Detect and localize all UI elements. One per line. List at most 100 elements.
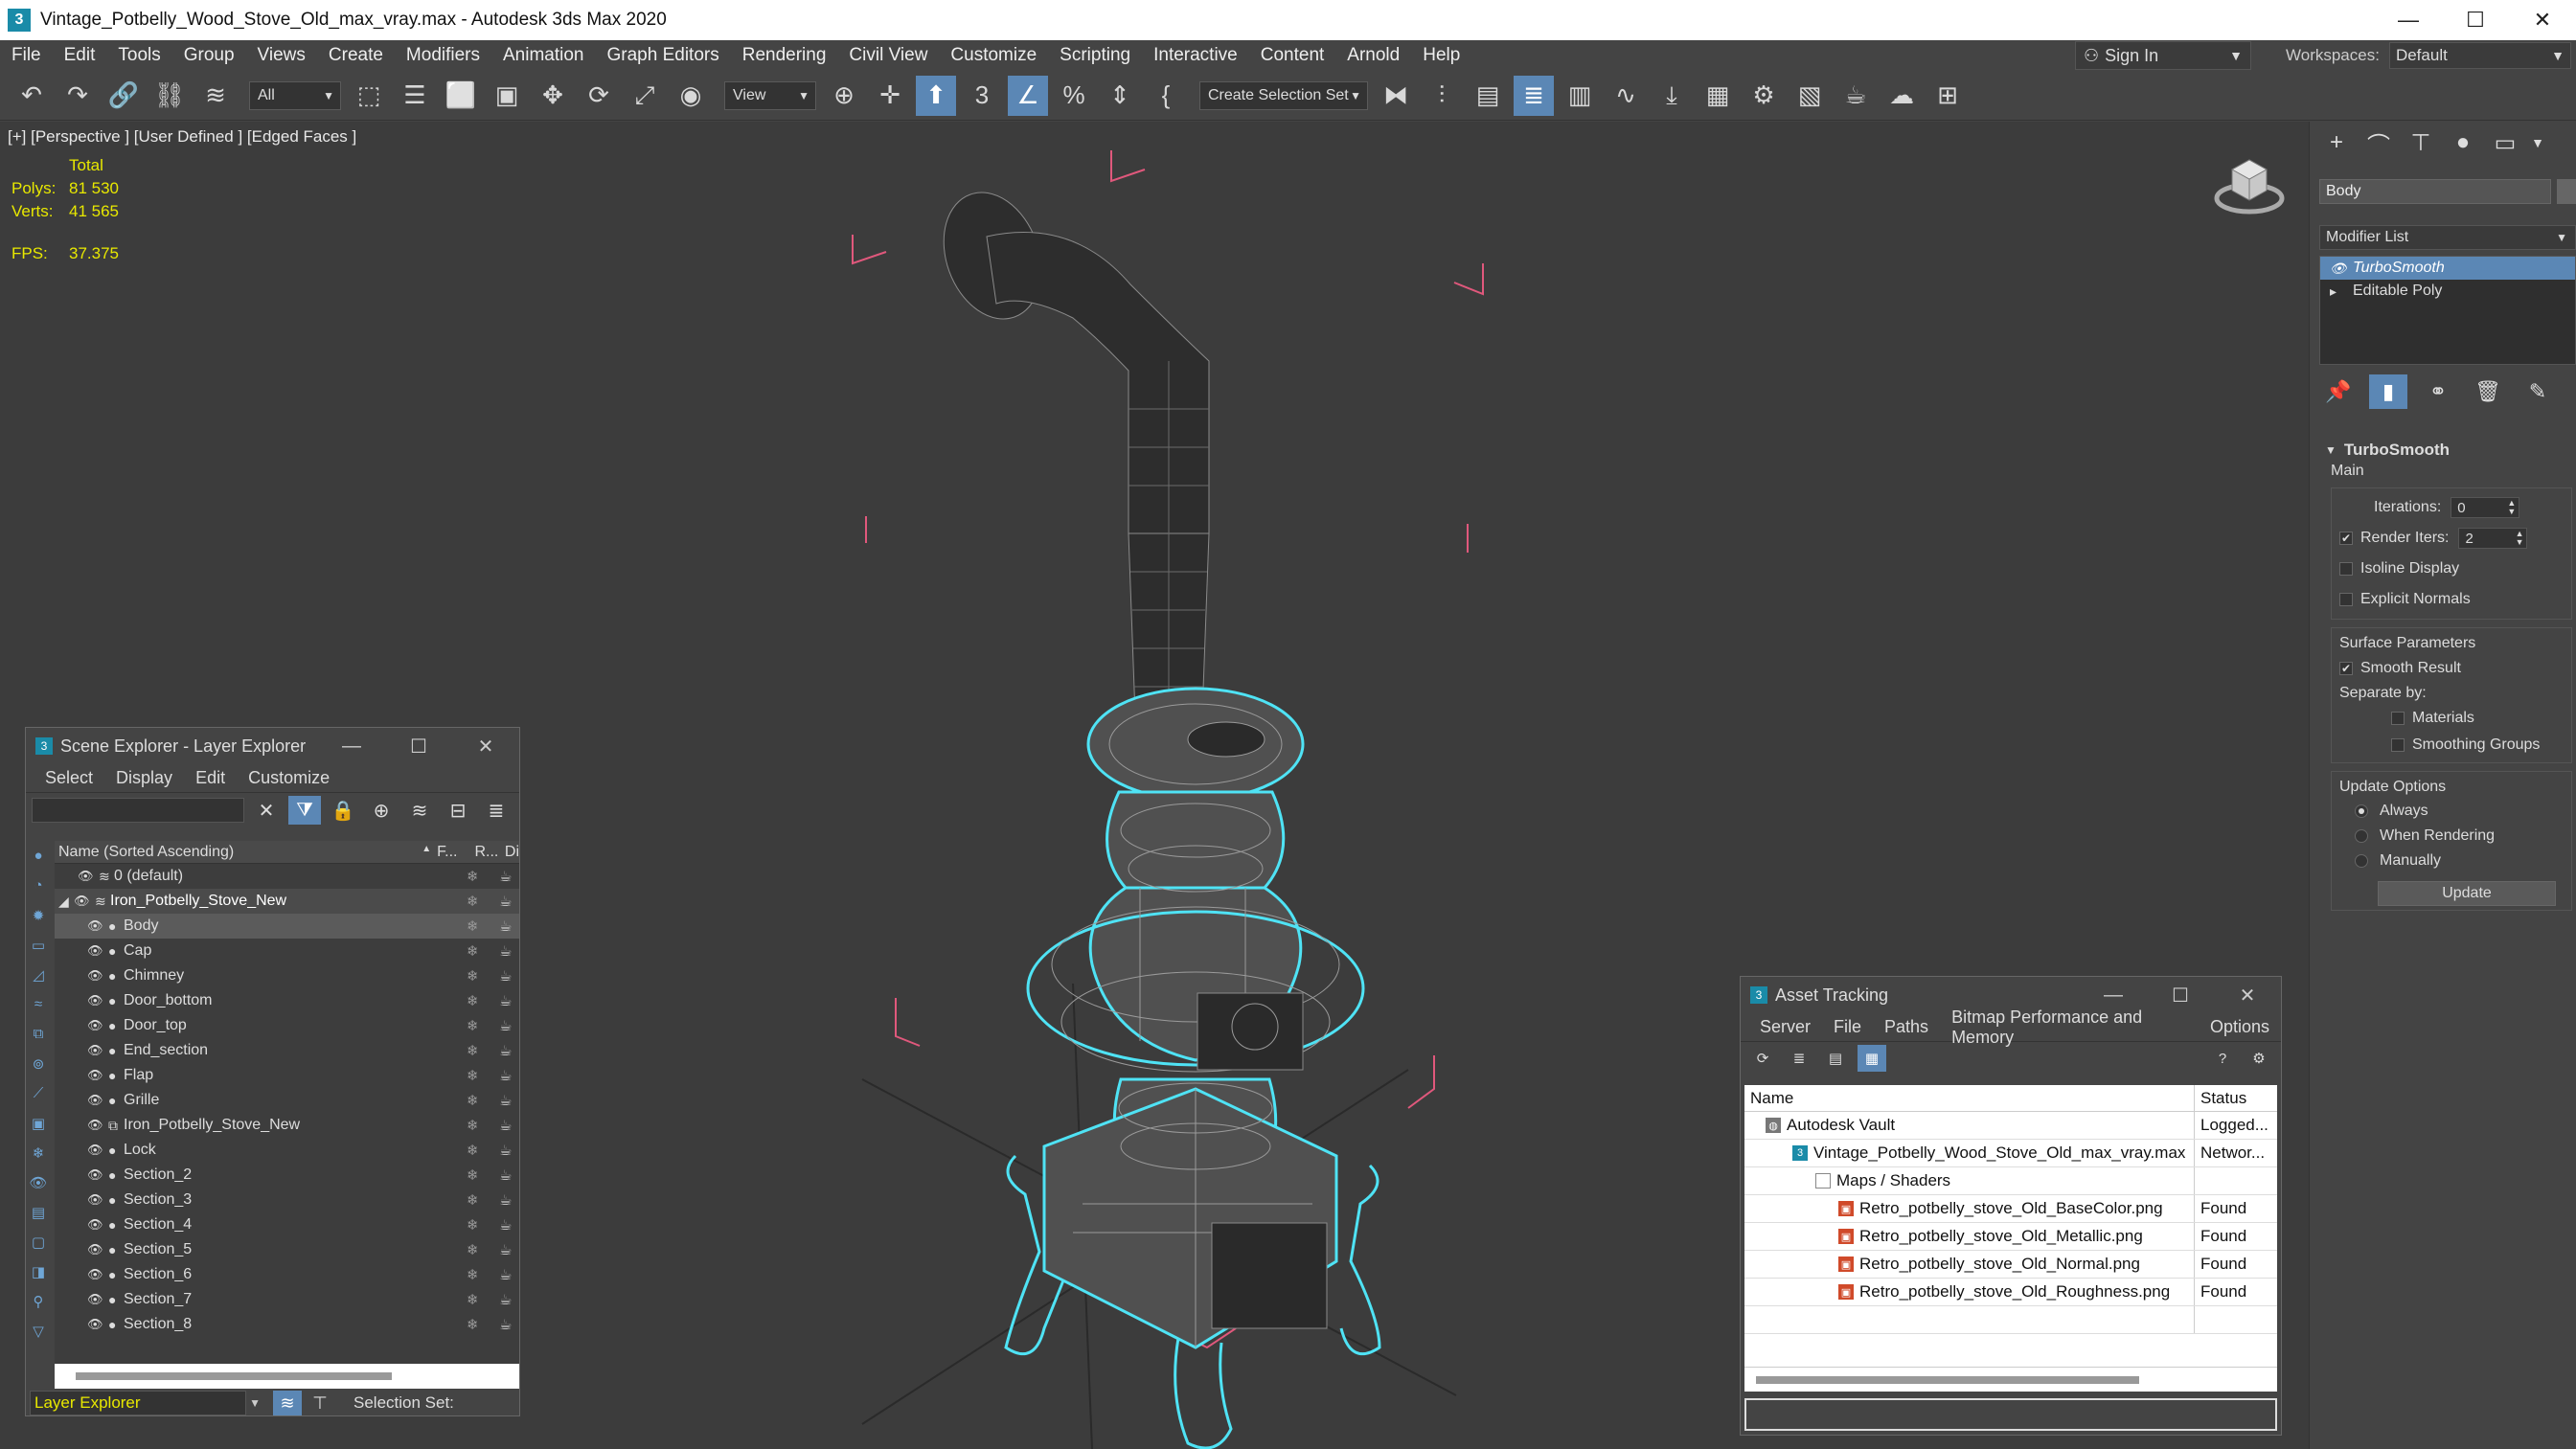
scene-tree-scrollbar[interactable] — [55, 1364, 519, 1389]
render-iters-spinner[interactable]: 2 ▲ ▼ — [2458, 528, 2528, 549]
select-tool-icon[interactable]: ⚲ — [26, 1286, 51, 1316]
tree-row-door-top[interactable]: 👁 ● Door_top ❄ ☕ — [55, 1013, 519, 1038]
collapse-hierarchy-icon[interactable]: ⊟ — [442, 796, 474, 825]
renderable-teapot-icon[interactable]: ☕ — [499, 1166, 512, 1184]
render-in-cloud-icon[interactable]: ☁ — [1881, 76, 1922, 116]
freeze-snowflake-icon[interactable]: ❄ — [467, 917, 479, 935]
eye-icon[interactable]: 👁 — [87, 993, 108, 1008]
eye-icon[interactable]: 👁 — [87, 1217, 108, 1233]
menu-interactive[interactable]: Interactive — [1142, 45, 1249, 66]
freeze-snowflake-icon[interactable]: ❄ — [467, 1092, 479, 1109]
spinner-arrows-icon[interactable]: ▲ ▼ — [2516, 530, 2524, 547]
select-by-name-icon[interactable]: ☰ — [395, 76, 435, 116]
viewcube-icon[interactable] — [2211, 150, 2288, 217]
explicit-normals-checkbox[interactable] — [2339, 593, 2353, 606]
minimize-button[interactable]: — — [2375, 0, 2442, 40]
smoothing-groups-checkbox[interactable] — [2391, 738, 2405, 752]
asset-row-basecolor[interactable]: ▣ Retro_potbelly_stove_Old_BaseColor.png … — [1744, 1195, 2277, 1223]
tree-row-door-bottom[interactable]: 👁 ● Door_bottom ❄ ☕ — [55, 988, 519, 1013]
display-spacewarps-icon[interactable]: ≈ — [26, 989, 51, 1019]
viewport-label[interactable]: [+] [Perspective ] [User Defined ] [Edge… — [8, 127, 356, 147]
display-frozen-icon[interactable]: ❄ — [26, 1138, 51, 1167]
tree-row-end-section[interactable]: 👁 ● End_section ❄ ☕ — [55, 1038, 519, 1063]
menu-graph-editors[interactable]: Graph Editors — [596, 45, 731, 66]
funnel-icon[interactable]: ▽ — [26, 1316, 51, 1346]
create-tab-plus-icon[interactable]: + — [2315, 124, 2358, 162]
menu-scripting[interactable]: Scripting — [1048, 45, 1142, 66]
tree-row-body[interactable]: 👁 ● Body ❄ ☕ — [55, 914, 519, 939]
menu-edit[interactable]: Edit — [184, 768, 237, 788]
display-xrefs-icon[interactable]: ⊚ — [26, 1049, 51, 1078]
renderable-teapot-icon[interactable]: ☕ — [499, 1092, 512, 1109]
tree-row-grille[interactable]: 👁 ● Grille ❄ ☕ — [55, 1088, 519, 1113]
update-button[interactable]: Update — [2378, 881, 2556, 906]
menu-civil-view[interactable]: Civil View — [837, 45, 939, 66]
clear-search-close-icon[interactable]: ✕ — [250, 796, 283, 825]
display-none-icon[interactable]: ▢ — [26, 1227, 51, 1257]
selection-filter-dropdown[interactable]: All ▼ — [249, 80, 341, 110]
renderable-teapot-icon[interactable]: ☕ — [499, 992, 512, 1009]
edit-named-selection-icon[interactable]: { — [1146, 76, 1186, 116]
eye-icon[interactable]: 👁 — [87, 1242, 108, 1257]
snaps-toggle-icon[interactable]: 3 — [962, 76, 1002, 116]
freeze-snowflake-icon[interactable]: ❄ — [467, 1191, 479, 1209]
mirror-icon[interactable]: ⧓ — [1376, 76, 1416, 116]
expand-triangle-icon[interactable]: ▸ — [2330, 283, 2353, 300]
menu-tools[interactable]: Tools — [106, 45, 171, 66]
minimize-button[interactable]: — — [318, 728, 385, 764]
freeze-snowflake-icon[interactable]: ❄ — [467, 1017, 479, 1034]
renderable-teapot-icon[interactable]: ☕ — [499, 1117, 512, 1134]
named-selection-sets-dropdown[interactable]: Create Selection Set ▼ — [1199, 80, 1368, 110]
when-rendering-radio[interactable] — [2355, 829, 2368, 843]
eye-icon[interactable]: 👁 — [87, 1267, 108, 1282]
iterations-spinner[interactable]: 0 ▲ ▼ — [2451, 497, 2520, 518]
eye-icon[interactable]: 👁 — [78, 869, 99, 884]
object-name-field[interactable]: Body — [2319, 179, 2551, 204]
menu-server[interactable]: Server — [1748, 1017, 1822, 1037]
search-input[interactable] — [32, 798, 244, 823]
asset-row-maps-shaders[interactable]: Maps / Shaders — [1744, 1167, 2277, 1195]
scrollbar-thumb[interactable] — [1756, 1376, 2139, 1384]
percent-snap-icon[interactable]: % — [1054, 76, 1094, 116]
menu-arnold[interactable]: Arnold — [1335, 45, 1411, 66]
freeze-snowflake-icon[interactable]: ❄ — [467, 967, 479, 985]
layers-toggle-icon[interactable]: ≋ — [273, 1391, 302, 1415]
toggle-layer-explorer-icon[interactable]: ≣ — [1514, 75, 1554, 116]
freeze-snowflake-icon[interactable]: ❄ — [467, 893, 479, 910]
asset-row-max-file[interactable]: 3 Vintage_Potbelly_Wood_Stove_Old_max_vra… — [1744, 1140, 2277, 1167]
tree-row-layer-iron-potbelly[interactable]: ◢ 👁 ≋ Iron_Potbelly_Stove_New ❄ ☕ — [55, 889, 519, 914]
schematic-view-icon[interactable]: ⤓ — [1652, 76, 1692, 116]
renderable-teapot-icon[interactable]: ☕ — [499, 942, 512, 960]
display-hidden-icon[interactable]: 👁 — [26, 1167, 51, 1197]
rendered-frame-window-icon[interactable]: ▧ — [1790, 76, 1830, 116]
rollout-header[interactable]: ▼ TurboSmooth — [2319, 438, 2576, 463]
freeze-snowflake-icon[interactable]: ❄ — [467, 992, 479, 1009]
move-icon[interactable]: ✥ — [533, 76, 573, 116]
column-header-name[interactable]: Name — [1744, 1085, 2195, 1111]
menu-modifiers[interactable]: Modifiers — [395, 45, 491, 66]
freeze-snowflake-icon[interactable]: ❄ — [467, 1067, 479, 1084]
tree-row-section-2[interactable]: 👁 ● Section_2 ❄ ☕ — [55, 1163, 519, 1188]
pin-stack-icon[interactable]: 📌 — [2319, 374, 2358, 409]
eye-icon[interactable]: 👁 — [87, 1192, 108, 1208]
column-header-name[interactable]: Name (Sorted Ascending) ▲ — [55, 844, 437, 861]
tree-row-layer-default[interactable]: 👁 ≋ 0 (default) ❄ ☕ — [55, 864, 519, 889]
tree-row-section-4[interactable]: 👁 ● Section_4 ❄ ☕ — [55, 1212, 519, 1237]
eye-icon[interactable]: 👁 — [87, 1093, 108, 1108]
make-unique-icon[interactable]: ⚭ — [2419, 374, 2457, 409]
redo-icon[interactable]: ↷ — [57, 76, 98, 116]
asset-row-vault[interactable]: ◍ Autodesk Vault Logged... — [1744, 1112, 2277, 1140]
pivot-center-icon[interactable]: ⊕ — [824, 76, 864, 116]
display-bones-icon[interactable]: ⟋ — [26, 1078, 51, 1108]
configure-modifier-sets-icon[interactable]: ✎ — [2519, 374, 2557, 409]
rotate-icon[interactable]: ⟳ — [579, 76, 619, 116]
eye-icon[interactable]: 👁 — [87, 1068, 108, 1083]
scene-explorer-titlebar[interactable]: 3 Scene Explorer - Layer Explorer — ☐ ✕ — [26, 728, 519, 764]
tree-row-section-8[interactable]: 👁 ● Section_8 ❄ ☕ — [55, 1312, 519, 1337]
reference-coordinate-dropdown[interactable]: View ▼ — [724, 80, 816, 110]
renderable-teapot-icon[interactable]: ☕ — [499, 967, 512, 985]
render-iterative-icon[interactable]: ⊞ — [1927, 76, 1968, 116]
angle-snap-icon[interactable]: ∠ — [1008, 75, 1048, 116]
freeze-snowflake-icon[interactable]: ❄ — [467, 1266, 479, 1283]
hierarchy-tab-icon[interactable]: ⊤ — [2400, 124, 2442, 162]
